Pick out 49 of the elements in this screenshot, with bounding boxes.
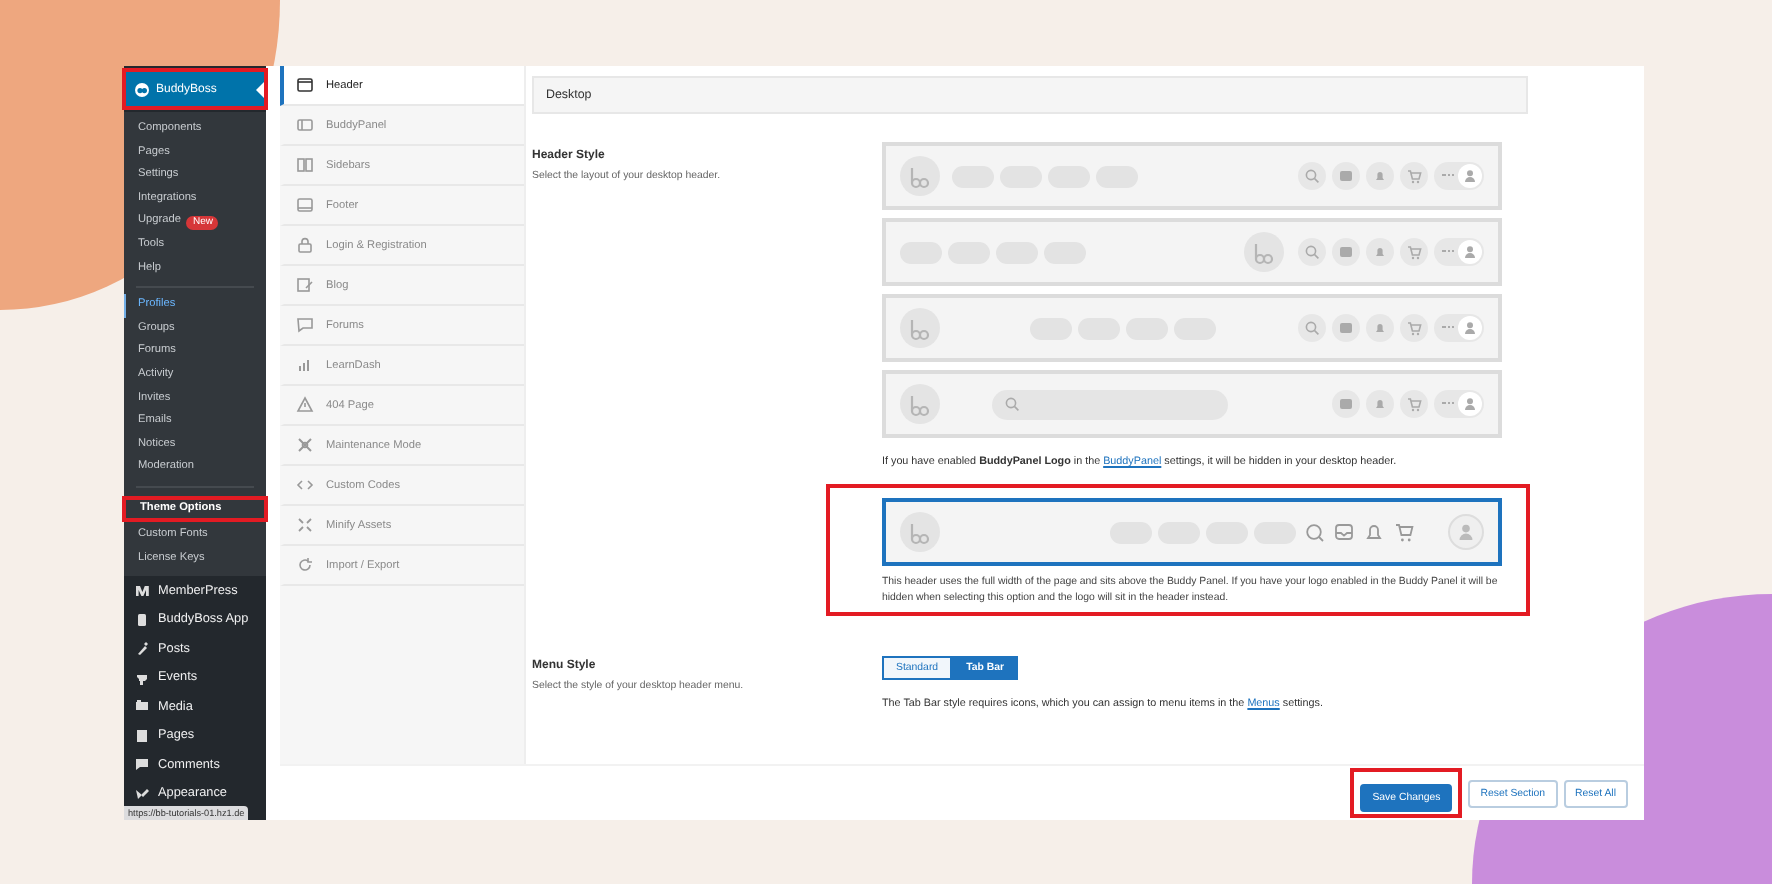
- bell-icon: [1366, 238, 1394, 266]
- avatar-icon: [1462, 244, 1478, 260]
- logo: [900, 512, 940, 552]
- header-layout-option[interactable]: [882, 498, 1502, 566]
- logo-icon: [134, 81, 150, 97]
- search-icon: [1003, 396, 1019, 412]
- phone-icon: [134, 611, 150, 628]
- search-icon: [1298, 238, 1326, 266]
- letter-m-icon: [134, 582, 150, 599]
- columns-icon: [296, 156, 314, 174]
- window-icon: [296, 76, 314, 94]
- search-icon: [1304, 522, 1324, 542]
- logo: [900, 384, 940, 424]
- cart-icon: [1400, 390, 1428, 418]
- avatar-icon: [1462, 396, 1478, 412]
- speech-bubble-icon: [296, 316, 314, 334]
- cart-icon: [1394, 522, 1414, 542]
- pages-icon: [134, 727, 150, 744]
- inbox-icon: [1332, 238, 1360, 266]
- footer-icon: [296, 196, 314, 214]
- cart-icon: [1400, 162, 1428, 190]
- edit-icon: [296, 276, 314, 294]
- avatar-icon: [1448, 514, 1484, 550]
- speech-bubble-icon: [134, 756, 150, 773]
- lock-icon: [296, 236, 314, 254]
- avatar-icon: [1462, 168, 1478, 184]
- code-icon: [296, 476, 314, 494]
- logo: [900, 156, 940, 196]
- avatar-icon: [1462, 320, 1478, 336]
- bell-icon: [1366, 162, 1394, 190]
- inbox-icon: [1334, 522, 1354, 542]
- bell-icon: [1366, 314, 1394, 342]
- panel-icon: [296, 116, 314, 134]
- media-icon: [134, 698, 150, 715]
- warning-icon: [296, 396, 314, 414]
- bell-icon: [1364, 522, 1384, 542]
- search-icon: [1298, 314, 1326, 342]
- cart-icon: [1400, 314, 1428, 342]
- inbox-icon: [1332, 162, 1360, 190]
- logo: [1244, 232, 1284, 272]
- refresh-icon: [296, 556, 314, 574]
- inbox-icon: [1332, 314, 1360, 342]
- arrows-icon: [296, 516, 314, 534]
- cart-icon: [1400, 238, 1428, 266]
- logo: [900, 308, 940, 348]
- bell-icon: [1366, 390, 1394, 418]
- inbox-icon: [1332, 390, 1360, 418]
- search-icon: [1298, 162, 1326, 190]
- bar-chart-icon: [296, 356, 314, 374]
